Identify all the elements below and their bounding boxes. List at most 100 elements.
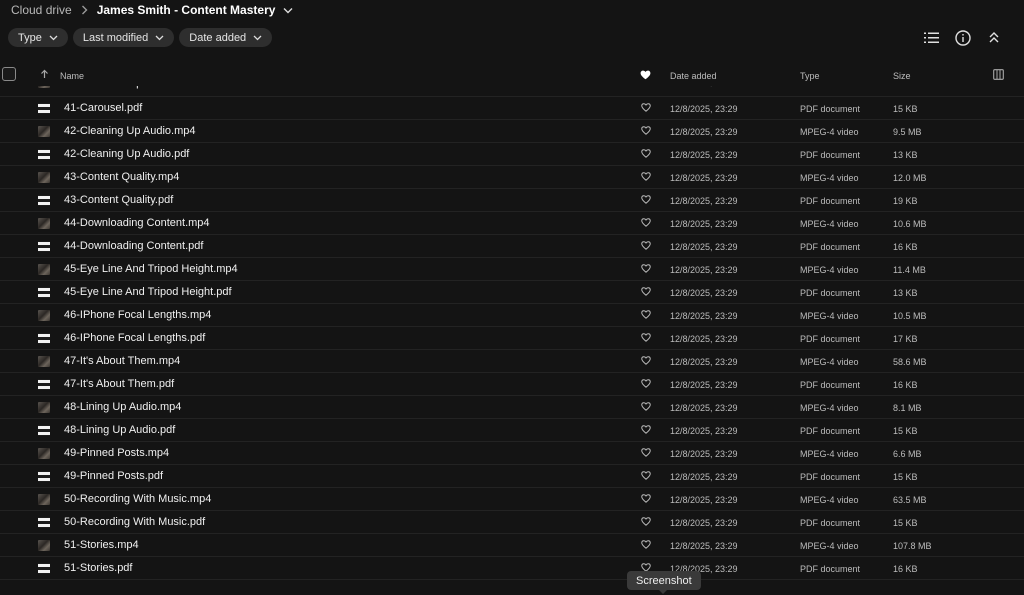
file-name[interactable]: 41-Carousel.pdf [64, 102, 142, 114]
chevron-down-icon[interactable] [283, 7, 293, 14]
file-name[interactable]: 51-Stories.mp4 [64, 539, 139, 551]
table-row[interactable]: 42-Cleaning Up Audio.pdf 12/8/2025, 23:29… [0, 143, 1024, 166]
file-name[interactable]: 49-Pinned Posts.pdf [64, 470, 163, 482]
file-name[interactable]: 49-Pinned Posts.mp4 [64, 447, 169, 459]
favorite-heart-icon[interactable] [641, 241, 651, 253]
file-name[interactable]: 48-Lining Up Audio.pdf [64, 424, 175, 436]
column-header-size[interactable]: Size [893, 71, 911, 81]
table-row[interactable]: 41-Carousel.mp4 12/8/2025, 23:29 MPEG-4 vi… [0, 86, 1024, 97]
file-name[interactable]: 43-Content Quality.mp4 [64, 171, 179, 183]
tooltip: Screenshot [627, 571, 701, 590]
table-row[interactable]: 49-Pinned Posts.pdf 12/8/2025, 23:29 PDF d… [0, 465, 1024, 488]
filter-date-added[interactable]: Date added [179, 28, 273, 47]
table-row[interactable]: 50-Recording With Music.pdf 12/8/2025, 23… [0, 511, 1024, 534]
file-name[interactable]: 43-Content Quality.pdf [64, 194, 173, 206]
file-name[interactable]: 46-IPhone Focal Lengths.mp4 [64, 309, 211, 321]
favorite-heart-icon[interactable] [641, 195, 651, 207]
favorite-heart-icon[interactable] [641, 126, 651, 138]
favorite-heart-icon[interactable] [641, 86, 651, 89]
favorite-heart-icon[interactable] [641, 172, 651, 184]
favorite-heart-icon[interactable] [641, 333, 651, 345]
pdf-file-icon [38, 563, 50, 574]
table-row[interactable]: 51-Stories.pdf 12/8/2025, 23:29 PDF docume… [0, 557, 1024, 580]
file-type: PDF document [800, 380, 861, 390]
file-size: 10.5 MB [893, 311, 927, 321]
column-header-name[interactable]: Name [60, 71, 84, 81]
file-date-added: 12/8/2025, 23:29 [670, 311, 738, 321]
table-row[interactable]: 43-Content Quality.mp4 12/8/2025, 23:29 MP… [0, 166, 1024, 189]
table-row[interactable]: 44-Downloading Content.mp4 12/8/2025, 23:… [0, 212, 1024, 235]
collapse-icon[interactable] [985, 29, 1002, 46]
favorite-heart-icon[interactable] [641, 264, 651, 276]
favorite-heart-icon[interactable] [641, 517, 651, 529]
file-name[interactable]: 41-Carousel.mp4 [64, 86, 148, 89]
file-name[interactable]: 51-Stories.pdf [64, 562, 132, 574]
table-row[interactable]: 49-Pinned Posts.mp4 12/8/2025, 23:29 MPEG-… [0, 442, 1024, 465]
table-row[interactable]: 47-It's About Them.pdf 12/8/2025, 23:29 PD… [0, 373, 1024, 396]
favorite-column-heart-icon[interactable] [640, 70, 651, 83]
file-size: 107.8 MB [893, 541, 932, 551]
table-row[interactable]: 47-It's About Them.mp4 12/8/2025, 23:29 MP… [0, 350, 1024, 373]
file-name[interactable]: 50-Recording With Music.mp4 [64, 493, 211, 505]
favorite-heart-icon[interactable] [641, 218, 651, 230]
file-name[interactable]: 44-Downloading Content.pdf [64, 240, 203, 252]
file-name[interactable]: 47-It's About Them.pdf [64, 378, 174, 390]
favorite-heart-icon[interactable] [641, 103, 651, 115]
favorite-heart-icon[interactable] [641, 149, 651, 161]
pdf-file-icon [38, 517, 50, 528]
info-icon[interactable] [954, 29, 971, 46]
favorite-heart-icon[interactable] [641, 540, 651, 552]
favorite-heart-icon[interactable] [641, 310, 651, 322]
table-row[interactable]: 46-IPhone Focal Lengths.pdf 12/8/2025, 23… [0, 327, 1024, 350]
breadcrumb-cloud-drive[interactable]: Cloud drive [11, 3, 72, 17]
favorite-heart-icon[interactable] [641, 448, 651, 460]
filter-type[interactable]: Type [8, 28, 68, 47]
file-date-added: 12/8/2025, 23:29 [670, 380, 738, 390]
column-settings-icon[interactable] [993, 69, 1004, 83]
file-date-added: 12/8/2025, 23:29 [670, 426, 738, 436]
list-view-icon[interactable] [923, 29, 940, 46]
file-size: 9.5 MB [893, 127, 922, 137]
table-row[interactable]: 41-Carousel.pdf 12/8/2025, 23:29 PDF docum… [0, 97, 1024, 120]
file-type: MPEG-4 video [800, 127, 859, 137]
column-header-date-added[interactable]: Date added [670, 71, 717, 81]
table-row[interactable]: 44-Downloading Content.pdf 12/8/2025, 23:… [0, 235, 1024, 258]
table-row[interactable]: 45-Eye Line And Tripod Height.pdf 12/8/20… [0, 281, 1024, 304]
breadcrumb-current-folder[interactable]: James Smith - Content Mastery [97, 3, 276, 17]
file-name[interactable]: 42-Cleaning Up Audio.pdf [64, 148, 189, 160]
pdf-file-icon [38, 241, 50, 252]
table-row[interactable]: 50-Recording With Music.mp4 12/8/2025, 23… [0, 488, 1024, 511]
favorite-heart-icon[interactable] [641, 402, 651, 414]
table-row[interactable]: 46-IPhone Focal Lengths.mp4 12/8/2025, 23… [0, 304, 1024, 327]
file-date-added: 12/8/2025, 23:29 [670, 127, 738, 137]
table-row[interactable]: 42-Cleaning Up Audio.mp4 12/8/2025, 23:29… [0, 120, 1024, 143]
favorite-heart-icon[interactable] [641, 425, 651, 437]
favorite-heart-icon[interactable] [641, 379, 651, 391]
file-name[interactable]: 48-Lining Up Audio.mp4 [64, 401, 181, 413]
file-date-added: 12/8/2025, 23:29 [670, 86, 738, 87]
file-name[interactable]: 46-IPhone Focal Lengths.pdf [64, 332, 205, 344]
file-name[interactable]: 42-Cleaning Up Audio.mp4 [64, 125, 195, 137]
table-row[interactable]: 48-Lining Up Audio.mp4 12/8/2025, 23:29 MP… [0, 396, 1024, 419]
favorite-heart-icon[interactable] [641, 494, 651, 506]
column-header-type[interactable]: Type [800, 71, 820, 81]
table-row[interactable]: 43-Content Quality.pdf 12/8/2025, 23:29 PD… [0, 189, 1024, 212]
file-size: 15 KB [893, 472, 918, 482]
file-type: PDF document [800, 518, 861, 528]
favorite-heart-icon[interactable] [641, 287, 651, 299]
favorite-heart-icon[interactable] [641, 356, 651, 368]
file-name[interactable]: 45-Eye Line And Tripod Height.pdf [64, 286, 232, 298]
file-name[interactable]: 44-Downloading Content.mp4 [64, 217, 210, 229]
favorite-heart-icon[interactable] [641, 471, 651, 483]
select-all-checkbox[interactable] [2, 67, 16, 81]
table-row[interactable]: 48-Lining Up Audio.pdf 12/8/2025, 23:29 PD… [0, 419, 1024, 442]
file-name[interactable]: 50-Recording With Music.pdf [64, 516, 205, 528]
filter-last-modified[interactable]: Last modified [72, 28, 175, 47]
table-row[interactable]: 45-Eye Line And Tripod Height.mp4 12/8/20… [0, 258, 1024, 281]
table-row[interactable]: 51-Stories.mp4 12/8/2025, 23:29 MPEG-4 vid… [0, 534, 1024, 557]
sort-ascending-icon[interactable] [40, 69, 49, 82]
file-name[interactable]: 47-It's About Them.mp4 [64, 355, 180, 367]
file-type: PDF document [800, 242, 861, 252]
tooltip-arrow [659, 590, 667, 594]
file-name[interactable]: 45-Eye Line And Tripod Height.mp4 [64, 263, 238, 275]
